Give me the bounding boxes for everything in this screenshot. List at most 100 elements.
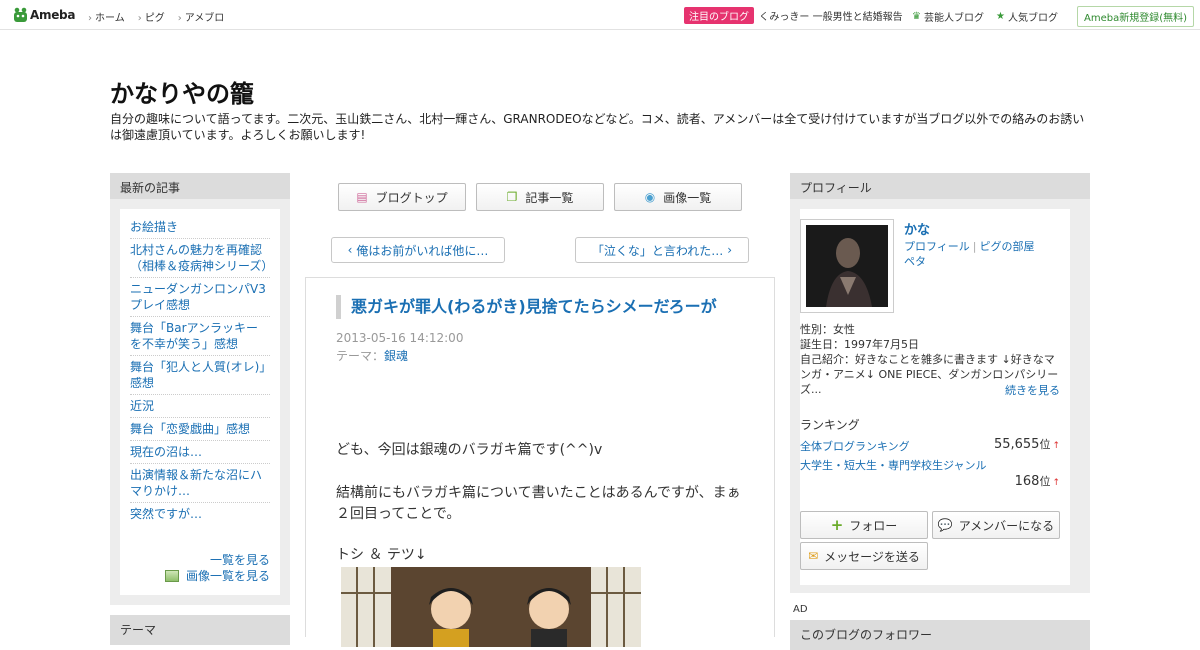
profile-box: かな プロフィール | ピグの部屋 ペタ 性別：女性 誕生日：1997年7月5日 自… [800, 209, 1070, 585]
list-item[interactable]: ニューダンガンロンパV3プレイ感想 [130, 278, 270, 317]
ranking-number: 55,655 [993, 437, 1040, 452]
ranking-row: 全体ブログランキング 55,655位 ↑ [800, 436, 1060, 454]
blog-top-label: ブログトップ [375, 190, 448, 205]
theme-link[interactable]: 銀魂 [384, 349, 408, 363]
ameba-logo[interactable]: Ameba [13, 6, 75, 24]
profile-links: プロフィール | ピグの部屋 ペタ [904, 239, 1064, 269]
theme-heading: テーマ [110, 615, 290, 645]
avatar-image [806, 225, 888, 307]
ranking-heading: ランキング [800, 418, 860, 432]
entry-list-button[interactable]: ❐ 記事一覧 [476, 183, 604, 211]
article-date: 2013-05-16 14:12:00 [336, 331, 464, 345]
recent-entries-heading: 最新の記事 [110, 173, 290, 199]
ranking-row: 大学生・短大生・専門学校生ジャンル [800, 457, 1060, 473]
celeb-blog-label: 芸能人ブログ [923, 13, 984, 24]
image-list-label: 画像一覧を見る [185, 569, 270, 583]
image-list-link[interactable]: 画像一覧を見る [164, 567, 270, 584]
theme-label: テーマ： [336, 349, 385, 363]
pickup-blog[interactable]: 注目のブログ くみっきー 一般男性と結婚報告 [684, 7, 903, 24]
chat-icon: 💬 [937, 518, 953, 532]
arrow-up-icon: ↑ [1052, 478, 1060, 488]
list-item[interactable]: 舞台「Barアンラッキーを不幸が笑う」感想 [130, 317, 270, 356]
message-label: メッセージを送る [824, 549, 920, 564]
article-title[interactable]: 悪ガキが罪人(わるがき)見捨てたらシメーだろーが [336, 295, 746, 319]
entry-list-label: 記事一覧 [525, 190, 574, 205]
nav-pigg[interactable]: ピグ [138, 9, 165, 24]
prev-entry-link[interactable]: ‹ 俺はお前がいれば他に… [331, 237, 505, 263]
ad-label: AD [793, 604, 808, 615]
article-paragraph: 結構前にもバラガキ篇について書いたことはあるんですが、まぁ２回目ってことで。 [336, 485, 741, 522]
celeb-blog-link[interactable]: ♛ 芸能人ブログ [912, 9, 984, 24]
link-separator: | [972, 240, 977, 253]
list-item[interactable]: 現在の沼は… [130, 441, 270, 464]
list-item[interactable]: 北村さんの魅力を再確認（相棒＆疫病神シリーズ） [130, 239, 273, 278]
chevron-left-icon: ‹ [347, 243, 353, 257]
document-icon: ▤ [356, 190, 368, 204]
article: 悪ガキが罪人(わるがき)見捨てたらシメーだろーが 2013-05-16 14:1… [305, 277, 775, 647]
image-list-btn-label: 画像一覧 [663, 190, 712, 205]
ameba-logo-icon [13, 7, 28, 24]
profile-link[interactable]: プロフィール [904, 240, 970, 253]
article-paragraph: ども、今回は銀魂のバラガキ篇です(^^)v [336, 442, 603, 458]
article-theme: テーマ：銀魂 [336, 347, 408, 364]
list-item[interactable]: 舞台「恋愛戯曲」感想 [130, 418, 270, 441]
ranking-value: 168位 ↑ [1015, 473, 1060, 489]
profile-gender: 性別：女性 [800, 323, 855, 336]
list-item[interactable]: 突然ですが… [130, 503, 270, 525]
plus-icon: + [830, 516, 844, 534]
pickup-badge: 注目のブログ [684, 7, 754, 24]
follower-heading: このブログのフォロワー [790, 620, 1090, 650]
profile-birthday: 誕生日：1997年7月5日 [800, 338, 919, 351]
popular-blog-link[interactable]: ★ 人気ブログ [996, 9, 1058, 24]
peta-link[interactable]: ペタ [904, 255, 926, 268]
follow-button[interactable]: + フォロー [800, 511, 928, 539]
message-button[interactable]: ✉ メッセージを送る [800, 542, 928, 570]
list-item[interactable]: 近況 [130, 395, 270, 418]
overall-ranking-link[interactable]: 全体ブログランキング [800, 440, 910, 453]
list-item[interactable]: 舞台「犯人と人質(オレ)」感想 [130, 356, 270, 395]
pigg-room-link[interactable]: ピグの部屋 [980, 240, 1035, 253]
prev-entry-label: 俺はお前がいれば他に… [356, 243, 489, 258]
blog-description: 自分の趣味について語ってます。二次元、玉山鉄二さん、北村一輝さん、GRANROD… [110, 112, 1085, 142]
star-icon: ★ [996, 11, 1005, 22]
ranking-value: 55,655位 ↑ [994, 436, 1060, 452]
anime-screenshot-image [341, 567, 641, 647]
global-header: Ameba ホーム ピグ アメブロ 注目のブログ くみっきー 一般男性と結婚報告… [0, 0, 1200, 30]
mail-icon: ✉ [808, 549, 819, 563]
recent-entries-list: お絵描き 北村さんの魅力を再確認（相棒＆疫病神シリーズ） ニューダンガンロンパV… [120, 209, 280, 595]
list-item[interactable]: お絵描き [130, 216, 270, 239]
ranking-unit: 位 [1039, 438, 1051, 451]
entry-list-link[interactable]: 一覧を見る [210, 551, 270, 568]
crown-icon: ♛ [912, 11, 921, 22]
blog-title[interactable]: かなりやの籠 [110, 74, 254, 109]
nav-ameblo[interactable]: アメブロ [178, 9, 225, 24]
genre-ranking-link[interactable]: 大学生・短大生・専門学校生ジャンル [800, 459, 986, 472]
profile-heading: プロフィール [790, 173, 1090, 199]
profile-panel: プロフィール かな プロフィール | ピグの部屋 ペタ 性別：女性 誕生日：1997… [790, 173, 1090, 593]
pickup-link[interactable]: くみっきー 一般男性と結婚報告 [759, 8, 903, 23]
camera-icon: ◉ [644, 190, 656, 204]
amember-label: アメンバーになる [958, 518, 1055, 533]
global-nav: ホーム ピグ アメブロ [88, 9, 237, 24]
nav-home[interactable]: ホーム [88, 9, 125, 24]
arrow-up-icon: ↑ [1052, 441, 1060, 451]
image-list-button[interactable]: ◉ 画像一覧 [614, 183, 742, 211]
chevron-right-icon: › [727, 243, 733, 257]
read-more-link[interactable]: 続きを見る [1005, 382, 1060, 398]
next-entry-link[interactable]: 「泣くな」と言われた… › [575, 237, 749, 263]
popular-blog-label: 人気ブログ [1007, 13, 1058, 24]
next-entry-label: 「泣くな」と言われた… [591, 243, 724, 258]
logo-text: Ameba [30, 8, 76, 22]
amember-button[interactable]: 💬 アメンバーになる [932, 511, 1060, 539]
ranking-unit: 位 [1039, 475, 1051, 488]
copy-icon: ❐ [506, 190, 518, 204]
article-paragraph: トシ ＆ テツ↓ [336, 547, 427, 563]
article-image[interactable] [341, 567, 641, 647]
avatar[interactable] [800, 219, 894, 313]
list-item[interactable]: 出演情報＆新たな沼にハマりかけ… [130, 464, 270, 503]
profile-name[interactable]: かな [904, 219, 930, 238]
register-button[interactable]: Ameba新規登録(無料) [1077, 6, 1195, 27]
blog-top-button[interactable]: ▤ ブログトップ [338, 183, 466, 211]
image-list-icon [164, 569, 179, 582]
ranking-number: 168 [1014, 474, 1040, 489]
